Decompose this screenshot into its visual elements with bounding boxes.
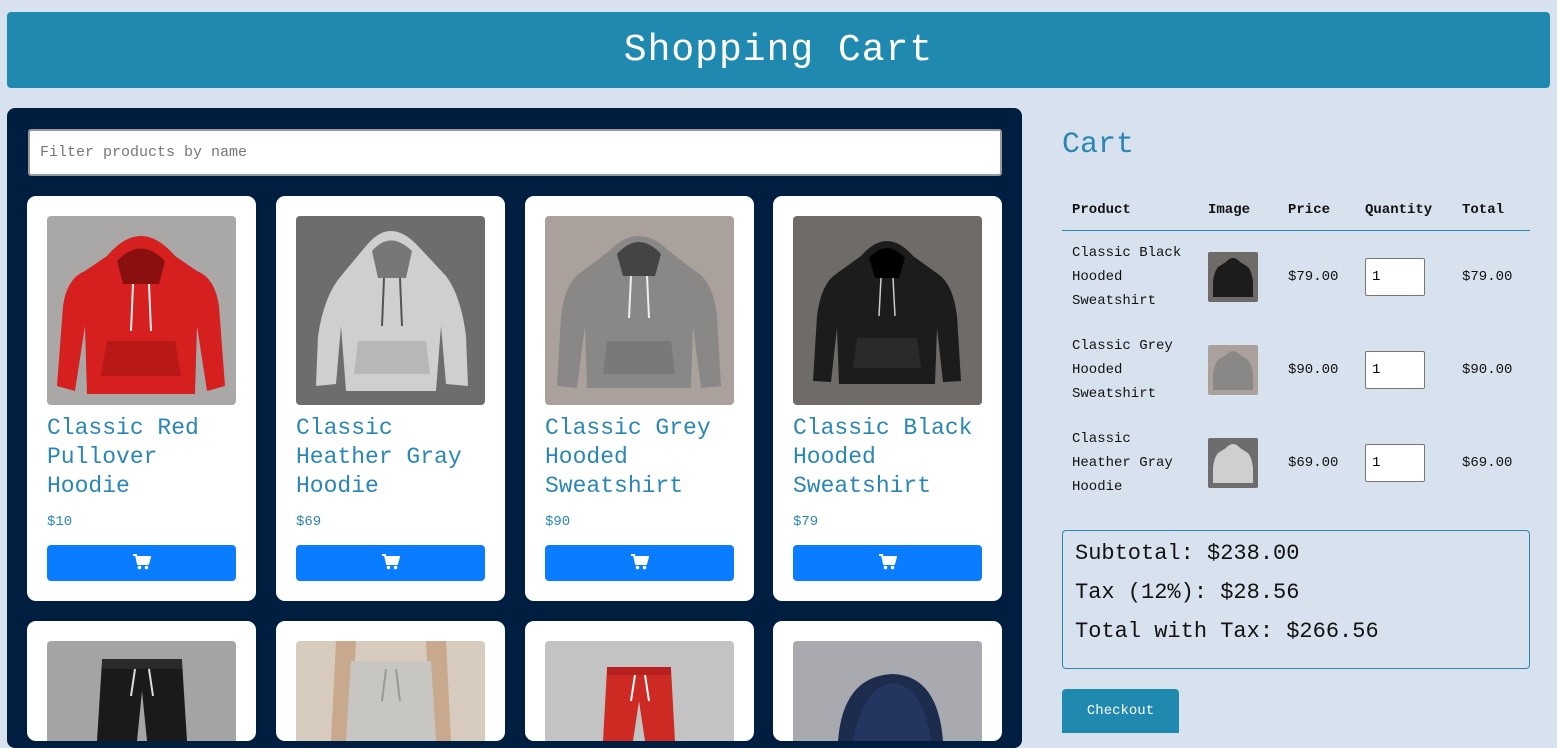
cart-row-price: $69.00 bbox=[1288, 454, 1339, 471]
cart-row-price: $90.00 bbox=[1288, 361, 1339, 378]
cart-row-product: Classic Black Hooded Sweatshirt bbox=[1072, 244, 1182, 309]
quantity-input[interactable] bbox=[1365, 443, 1425, 482]
cart-icon bbox=[132, 553, 151, 573]
product-name: Classic Grey Hooded Sweatshirt bbox=[545, 415, 711, 499]
total-with-tax-text: Total with Tax: $266.56 bbox=[1075, 619, 1379, 644]
product-image bbox=[47, 216, 236, 405]
tax-text: Tax (12%): $28.56 bbox=[1075, 580, 1300, 605]
add-to-cart-button[interactable] bbox=[793, 545, 982, 581]
filter-input[interactable] bbox=[28, 129, 1002, 176]
cart-icon bbox=[381, 553, 400, 573]
product-price: $79 bbox=[793, 514, 819, 530]
product-card bbox=[27, 621, 256, 741]
order-summary: Subtotal: $238.00 Tax (12%): $28.56 Tota… bbox=[1062, 530, 1530, 669]
products-panel: Classic Red Pullover Hoodie $10 Classic … bbox=[7, 108, 1022, 748]
cart-title: Cart bbox=[1062, 128, 1135, 162]
column-header-image: Image bbox=[1198, 190, 1278, 231]
cart-row-image bbox=[1208, 251, 1258, 302]
column-header-quantity: Quantity bbox=[1355, 190, 1452, 231]
product-image bbox=[545, 641, 734, 741]
product-price: $10 bbox=[47, 514, 73, 530]
cart-table: Product Image Price Quantity Total Class… bbox=[1062, 190, 1530, 509]
product-price: $69 bbox=[296, 514, 322, 530]
product-card: Classic Grey Hooded Sweatshirt $90 bbox=[525, 196, 754, 601]
cart-row-image bbox=[1208, 437, 1258, 488]
column-header-total: Total bbox=[1452, 190, 1530, 231]
add-to-cart-button[interactable] bbox=[47, 545, 236, 581]
product-card: Classic Black Hooded Sweatshirt $79 bbox=[773, 196, 1002, 601]
cart-row-total: $79.00 bbox=[1462, 268, 1513, 285]
cart-icon bbox=[878, 553, 897, 573]
add-to-cart-button[interactable] bbox=[545, 545, 734, 581]
cart-row: Classic Black Hooded Sweatshirt $79.00 $… bbox=[1062, 230, 1530, 323]
cart-row: Classic Heather Gray Hoodie $69.00 $69.0… bbox=[1062, 416, 1530, 509]
page-title: Shopping Cart bbox=[623, 28, 934, 72]
cart-row-product: Classic Grey Hooded Sweatshirt bbox=[1072, 337, 1173, 402]
cart-icon bbox=[630, 553, 649, 573]
product-name: Classic Black Hooded Sweatshirt bbox=[793, 415, 973, 499]
product-image bbox=[47, 641, 236, 741]
column-header-price: Price bbox=[1278, 190, 1355, 231]
product-card bbox=[525, 621, 754, 741]
product-image bbox=[545, 216, 734, 405]
page-header: Shopping Cart bbox=[7, 12, 1550, 88]
product-name: Classic Red Pullover Hoodie bbox=[47, 415, 199, 499]
cart-row: Classic Grey Hooded Sweatshirt $90.00 $9… bbox=[1062, 323, 1530, 416]
product-card bbox=[773, 621, 1002, 741]
cart-row-price: $79.00 bbox=[1288, 268, 1339, 285]
product-card: Classic Red Pullover Hoodie $10 bbox=[27, 196, 256, 601]
product-card bbox=[276, 621, 505, 741]
quantity-input[interactable] bbox=[1365, 257, 1425, 296]
product-image bbox=[793, 216, 982, 405]
cart-row-total: $69.00 bbox=[1462, 454, 1513, 471]
product-name: Classic Heather Gray Hoodie bbox=[296, 415, 462, 499]
add-to-cart-button[interactable] bbox=[296, 545, 485, 581]
cart-row-total: $90.00 bbox=[1462, 361, 1513, 378]
cart-row-product: Classic Heather Gray Hoodie bbox=[1072, 430, 1173, 495]
cart-row-image bbox=[1208, 344, 1258, 395]
quantity-input[interactable] bbox=[1365, 350, 1425, 389]
checkout-button[interactable]: Checkout bbox=[1062, 689, 1179, 733]
cart-header-row: Product Image Price Quantity Total bbox=[1062, 190, 1530, 231]
subtotal-text: Subtotal: $238.00 bbox=[1075, 541, 1300, 566]
product-image bbox=[296, 641, 485, 741]
product-image bbox=[296, 216, 485, 405]
product-price: $90 bbox=[545, 514, 571, 530]
column-header-product: Product bbox=[1062, 190, 1198, 231]
product-image bbox=[793, 641, 982, 741]
product-card: Classic Heather Gray Hoodie $69 bbox=[276, 196, 505, 601]
